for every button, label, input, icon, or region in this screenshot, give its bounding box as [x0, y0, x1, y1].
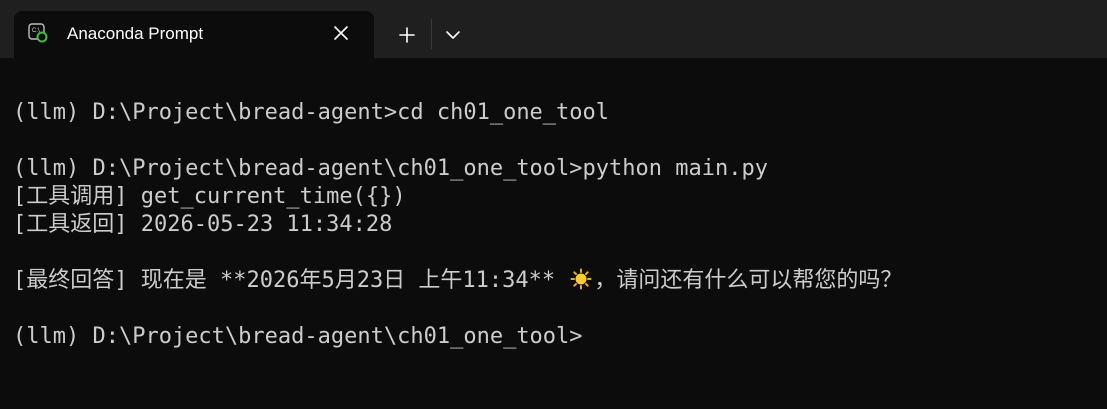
chevron-down-icon[interactable] [443, 26, 463, 44]
plus-icon[interactable] [397, 25, 417, 45]
answer-tail: ，请问还有什么可以帮您的吗？ [594, 268, 903, 293]
terminal-line: (llm) D:\Project\bread-agent\ch01_one_to… [13, 156, 768, 181]
tab-title: Anaconda Prompt [67, 24, 204, 43]
titlebar-divider [431, 19, 432, 49]
title-bar: C:\ Anaconda Prompt [0, 0, 1107, 58]
terminal-line-answer: [最终回答] 现在是 **2026年5月23日 上午11:34** ，请问还有什… [13, 267, 902, 295]
terminal-icon: C:\ [28, 23, 48, 43]
terminal-output[interactable]: (llm) D:\Project\bread-agent>cd ch01_one… [0, 58, 1107, 409]
terminal-prompt: (llm) D:\Project\bread-agent\ch01_one_to… [13, 324, 583, 349]
terminal-window: C:\ Anaconda Prompt (llm) D:\Project\bre… [0, 0, 1107, 409]
terminal-line: [工具调用] get_current_time({}) [13, 184, 406, 209]
close-icon[interactable] [332, 24, 350, 42]
terminal-line: [工具返回] 2026-05-23 11:34:28 [13, 212, 393, 237]
tab-anaconda-prompt[interactable]: C:\ Anaconda Prompt [14, 11, 374, 58]
sun-icon [570, 268, 592, 290]
answer-text: [最终回答] 现在是 **2026年5月23日 上午11:34** [13, 268, 569, 293]
terminal-line: (llm) D:\Project\bread-agent>cd ch01_one… [13, 100, 610, 125]
